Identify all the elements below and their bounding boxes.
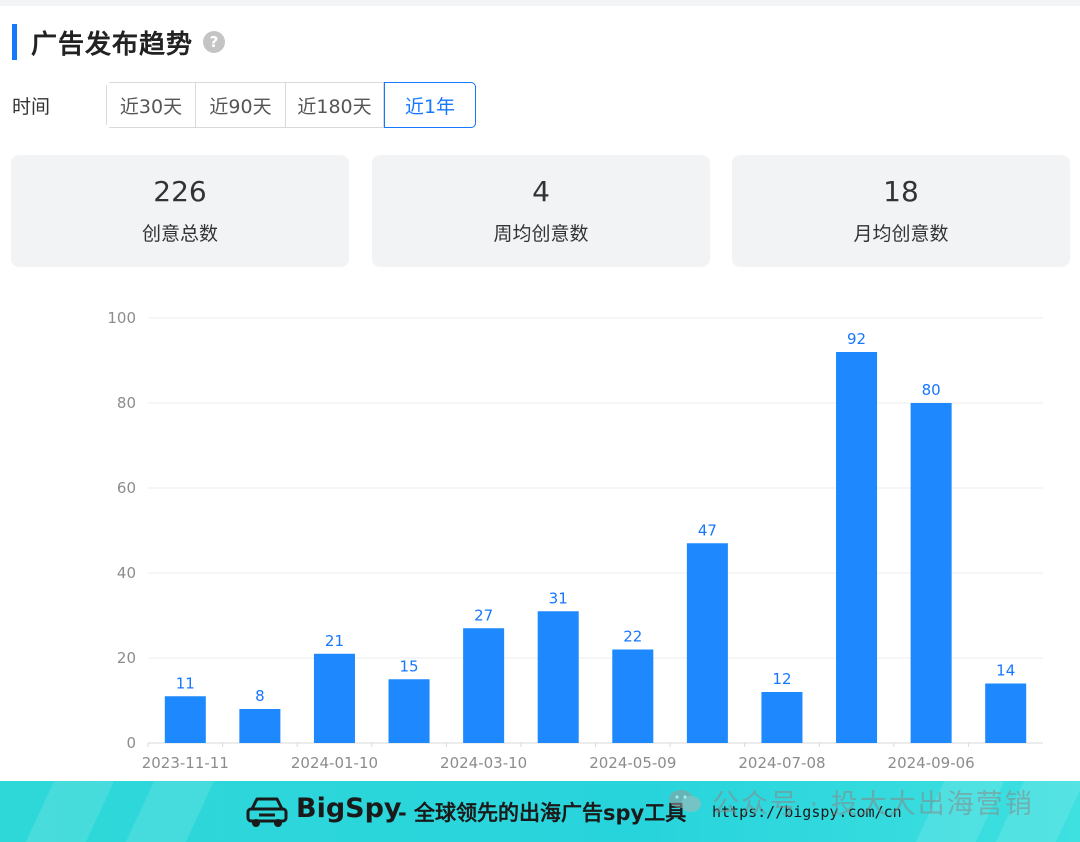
bar [761, 692, 803, 743]
watermark: 公众号 · 投大大出海营销 [668, 784, 1034, 820]
data-label: 21 [325, 632, 344, 650]
help-icon[interactable]: ? [203, 31, 226, 53]
data-label: 31 [549, 589, 568, 607]
y-tick-label: 20 [117, 649, 136, 667]
stat-card-total: 226 创意总数 [11, 155, 349, 267]
bar [463, 628, 505, 743]
bar [388, 679, 430, 743]
data-label: 27 [474, 606, 493, 624]
data-label: 92 [847, 330, 866, 348]
y-tick-label: 0 [126, 734, 136, 752]
bar [686, 543, 728, 743]
data-label: 47 [698, 521, 717, 539]
bar [239, 709, 281, 743]
stat-label: 月均创意数 [853, 223, 949, 245]
bar [164, 696, 206, 743]
bar [537, 611, 579, 743]
bar-chart: 0 20 40 60 80 100 11 2023-11-11 8 21 2024-01-10 15 2… [107, 309, 1043, 772]
bar [313, 653, 355, 743]
time-filter-label: 时间 [12, 95, 51, 118]
x-tick-label: 2024-09-06 [888, 754, 975, 772]
time-option-30d[interactable]: 近30天 [107, 83, 196, 127]
data-label: 12 [772, 670, 791, 688]
x-tick-label: 2024-07-08 [738, 754, 825, 772]
data-label: 22 [623, 628, 642, 646]
stat-card-weekly: 4 周均创意数 [372, 155, 710, 267]
data-label: 14 [996, 662, 1015, 680]
x-tick-label: 2024-03-10 [440, 754, 527, 772]
wechat-icon [669, 790, 701, 812]
top-strip [0, 0, 1080, 6]
data-label: 15 [399, 657, 418, 675]
title-accent-bar [12, 24, 17, 60]
car-icon [246, 797, 288, 827]
stat-value: 18 [883, 175, 919, 208]
stat-card-monthly: 18 月均创意数 [732, 155, 1070, 267]
stat-label: 创意总数 [141, 223, 218, 245]
stat-value: 4 [532, 175, 550, 208]
bar [612, 649, 654, 743]
time-range-selector: 近30天 近90天 近180天 近1年 [106, 82, 476, 128]
data-label: 8 [255, 687, 265, 705]
stat-label: 周均创意数 [493, 223, 589, 245]
y-tick-label: 60 [117, 479, 136, 497]
y-tick-label: 40 [117, 564, 136, 582]
stat-value: 226 [153, 175, 207, 208]
x-tick-label: 2024-05-09 [589, 754, 676, 772]
bar [836, 352, 878, 743]
y-tick-label: 100 [107, 309, 136, 327]
x-tick-label: 2024-01-10 [291, 754, 378, 772]
y-tick-label: 80 [117, 394, 136, 412]
banner-slogan: - 全球领先的出海广告spy工具 [398, 801, 687, 825]
bar [910, 403, 952, 743]
x-tick-label: 2023-11-11 [142, 754, 229, 772]
watermark-text: 公众号 · 投大大出海营销 [712, 788, 1034, 820]
time-option-1y[interactable]: 近1年 [384, 82, 476, 128]
time-option-180d[interactable]: 近180天 [286, 83, 384, 127]
bar [985, 683, 1027, 743]
section-header: 广告发布趋势 ? [12, 22, 226, 62]
data-label: 80 [922, 381, 941, 399]
page-title: 广告发布趋势 [31, 29, 194, 60]
time-filter: 时间 近30天 近90天 近180天 近1年 [12, 82, 476, 128]
time-option-90d[interactable]: 近90天 [196, 83, 286, 127]
banner-brand: BigSpy [296, 793, 402, 824]
data-label: 11 [176, 674, 195, 692]
